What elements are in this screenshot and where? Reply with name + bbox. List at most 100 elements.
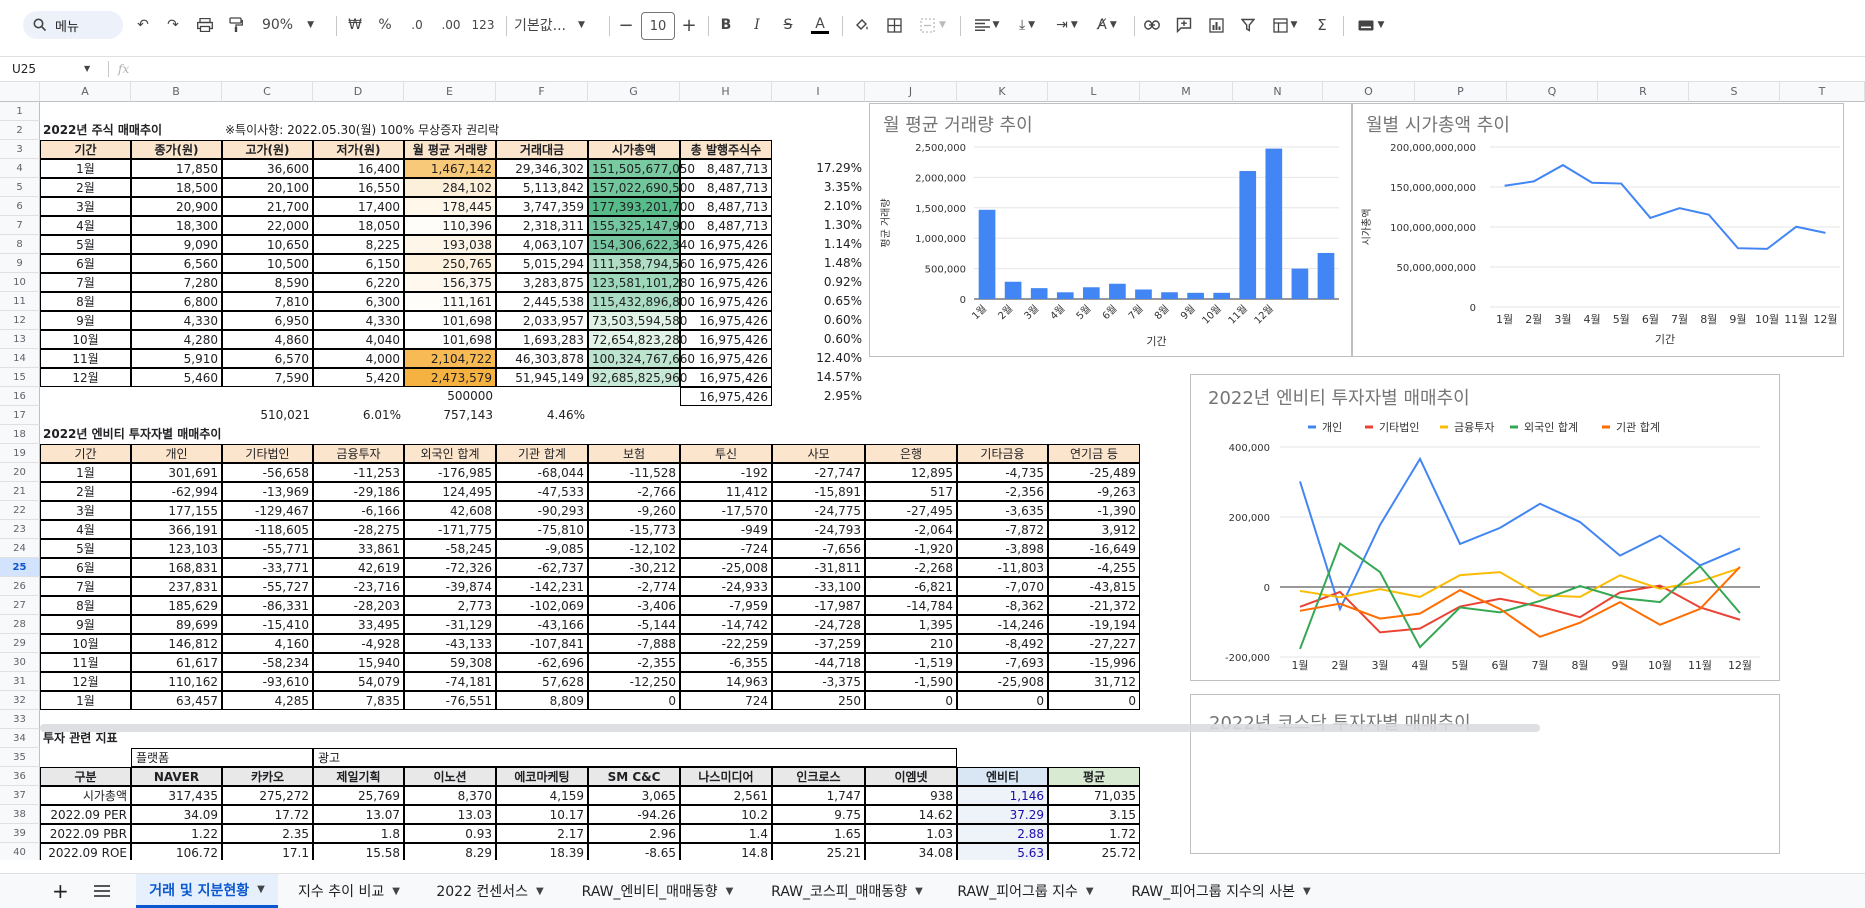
section2-title[interactable]: 2022년 엔비티 투자자별 매매추이 (40, 425, 313, 444)
data-cell[interactable]: -76,551 (404, 691, 496, 710)
data-cell[interactable]: 4,159 (496, 786, 588, 805)
data-cell[interactable]: 2.96 (588, 824, 680, 843)
data-cell[interactable]: 12월 (40, 672, 131, 691)
data-cell[interactable]: -27,495 (865, 501, 957, 520)
borders-icon[interactable] (884, 12, 904, 38)
data-cell[interactable]: 16,975,426 (680, 273, 772, 292)
data-cell[interactable]: 14.57% (772, 368, 865, 387)
data-cell[interactable]: -25,489 (1048, 463, 1140, 482)
row-header-12[interactable]: 12 (0, 311, 40, 330)
data-cell[interactable]: 2월 (40, 178, 131, 197)
data-cell[interactable]: -19,194 (1048, 615, 1140, 634)
font-size-increase-button[interactable]: + (680, 12, 698, 38)
sheet-tab[interactable]: RAW_코스피_매매동향 ▼ (756, 874, 938, 908)
data-cell[interactable]: -14,246 (957, 615, 1048, 634)
data-cell[interactable]: -24,728 (772, 615, 865, 634)
data-cell[interactable]: -15,410 (222, 615, 313, 634)
data-cell[interactable]: -22,259 (680, 634, 772, 653)
data-cell[interactable]: -27,747 (772, 463, 865, 482)
data-cell[interactable]: 13.07 (313, 805, 404, 824)
data-cell[interactable]: 210 (865, 634, 957, 653)
data-cell[interactable]: -25,908 (957, 672, 1048, 691)
data-cell[interactable]: 18,300 (131, 216, 222, 235)
data-cell[interactable]: 9월 (40, 311, 131, 330)
formula-input[interactable] (140, 57, 1865, 81)
row-header-27[interactable]: 27 (0, 596, 40, 615)
row-header-8[interactable]: 8 (0, 235, 40, 254)
row-header-19[interactable]: 19 (0, 444, 40, 463)
column-header-I[interactable]: I (772, 82, 865, 102)
data-cell[interactable]: -11,528 (588, 463, 680, 482)
data-cell[interactable]: 4,160 (222, 634, 313, 653)
data-cell[interactable]: 6,800 (131, 292, 222, 311)
data-cell[interactable]: 0 (957, 691, 1048, 710)
data-cell[interactable]: 1,395 (865, 615, 957, 634)
data-cell[interactable]: -62,737 (496, 558, 588, 577)
data-cell[interactable]: -3,375 (772, 672, 865, 691)
data-cell[interactable]: 20,900 (131, 197, 222, 216)
data-cell[interactable]: 6월 (40, 254, 131, 273)
data-cell[interactable]: 111,358,794,560 (588, 254, 695, 273)
column-header-K[interactable]: K (957, 82, 1048, 102)
data-cell[interactable]: 2,445,538 (496, 292, 588, 311)
data-cell[interactable]: 34.08 (865, 843, 957, 860)
data-cell[interactable]: 2.17 (496, 824, 588, 843)
data-cell[interactable]: 6,950 (222, 311, 313, 330)
data-cell[interactable]: 517 (865, 482, 957, 501)
data-cell[interactable]: -24,933 (680, 577, 772, 596)
data-cell[interactable]: 5,910 (131, 349, 222, 368)
header-cell[interactable]: SM C&C (588, 767, 680, 786)
data-cell[interactable]: 101,698 (404, 311, 496, 330)
font-size-decrease-button[interactable]: − (617, 12, 635, 38)
data-cell[interactable]: -56,658 (222, 463, 313, 482)
data-cell[interactable]: -11,253 (313, 463, 404, 482)
data-cell[interactable]: 16,975,426 (680, 254, 772, 273)
sheet-tab[interactable]: RAW_피어그룹 지수의 사본 ▼ (1113, 874, 1329, 908)
header-cell[interactable]: 거래대금 (496, 140, 588, 159)
data-cell[interactable]: 366,191 (131, 520, 222, 539)
data-cell[interactable]: 2,104,722 (404, 349, 496, 368)
increase-decimal-button[interactable]: .00 (437, 12, 465, 38)
data-cell[interactable]: -1,920 (865, 539, 957, 558)
data-cell[interactable]: 757,143 (404, 406, 496, 425)
data-cell[interactable]: 6월 (40, 558, 131, 577)
data-cell[interactable]: 7,280 (131, 273, 222, 292)
data-cell[interactable]: 9.75 (772, 805, 865, 824)
data-cell[interactable]: 177,155 (131, 501, 222, 520)
data-cell[interactable]: 0.60% (772, 330, 865, 349)
data-cell[interactable]: 2.10% (772, 197, 865, 216)
data-cell[interactable]: 57,628 (496, 672, 588, 691)
data-cell[interactable]: 18,500 (131, 178, 222, 197)
data-cell[interactable]: 10.17 (496, 805, 588, 824)
data-cell[interactable]: -1,390 (1048, 501, 1140, 520)
chevron-down-icon[interactable]: ▼ (536, 886, 544, 897)
header-cell[interactable]: 카카오 (222, 767, 313, 786)
data-cell[interactable]: 1.03 (865, 824, 957, 843)
data-cell[interactable]: -28,275 (313, 520, 404, 539)
data-cell[interactable]: 2,033,957 (496, 311, 588, 330)
data-cell[interactable]: 2022.09 ROE (40, 843, 131, 860)
data-cell[interactable]: 157,022,690,500 (588, 178, 695, 197)
data-cell[interactable]: 17.29% (772, 159, 865, 178)
column-header-J[interactable]: J (865, 82, 957, 102)
data-cell[interactable]: -58,245 (404, 539, 496, 558)
data-cell[interactable]: 178,445 (404, 197, 496, 216)
data-cell[interactable]: -171,775 (404, 520, 496, 539)
data-cell[interactable]: 20,100 (222, 178, 313, 197)
header-cell[interactable]: 사모 (772, 444, 865, 463)
data-cell[interactable]: -4,928 (313, 634, 404, 653)
data-cell[interactable]: -11,803 (957, 558, 1048, 577)
decrease-decimal-button[interactable]: .0 (405, 12, 429, 38)
data-cell[interactable]: 17.1 (222, 843, 313, 860)
data-cell[interactable]: 9월 (40, 615, 131, 634)
data-cell[interactable]: -2,774 (588, 577, 680, 596)
data-cell[interactable]: -8,492 (957, 634, 1048, 653)
header-cell[interactable]: 기타금융 (957, 444, 1048, 463)
data-cell[interactable]: 6,560 (131, 254, 222, 273)
data-cell[interactable]: 13.03 (404, 805, 496, 824)
chart-icon[interactable] (1206, 12, 1226, 38)
data-cell[interactable]: 123,103 (131, 539, 222, 558)
data-cell[interactable]: 2.35 (222, 824, 313, 843)
data-cell[interactable]: 8,809 (496, 691, 588, 710)
data-cell[interactable]: 3,065 (588, 786, 680, 805)
